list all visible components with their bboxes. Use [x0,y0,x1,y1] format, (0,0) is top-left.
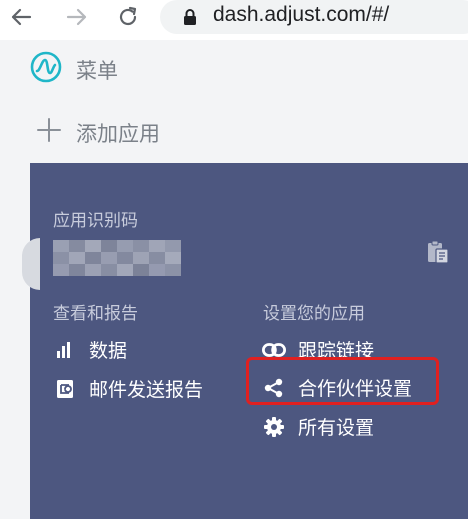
app-token-label: 应用识别码 [53,211,138,231]
all-settings-link[interactable]: 所有设置 [262,413,374,440]
url-text[interactable]: dash.adjust.com/#/ [213,3,389,27]
app-token-value-redacted [53,240,181,276]
gear-icon [262,416,286,438]
panel-collapse-handle[interactable] [22,238,40,290]
clipboard-copy-icon[interactable] [427,240,449,264]
menu-toggle[interactable] [30,47,62,87]
browser-toolbar: dash.adjust.com/#/ [0,0,468,40]
back-button[interactable] [6,2,36,32]
adjust-logo-icon [30,51,62,83]
view-reports-heading: 查看和报告 [53,304,138,324]
report-icon [53,378,77,400]
arrow-right-icon [66,8,87,26]
app-settings-heading: 设置您的应用 [263,304,365,324]
plus-icon[interactable] [36,117,62,143]
email-reports-link[interactable]: 邮件发送报告 [53,375,203,402]
forward-button[interactable] [62,2,92,32]
reload-icon [119,6,137,26]
data-link-label: 数据 [89,340,128,362]
bar-chart-icon [53,339,77,361]
arrow-left-icon [11,8,32,26]
highlight-annotation [246,357,439,405]
lock-icon [184,9,196,25]
all-settings-label: 所有设置 [298,417,375,439]
data-link[interactable]: 数据 [53,336,127,363]
email-reports-label: 邮件发送报告 [89,379,204,401]
reload-button[interactable] [113,2,143,32]
add-app-button[interactable]: 添加应用 [76,118,160,148]
menu-label[interactable]: 菜单 [76,55,118,85]
